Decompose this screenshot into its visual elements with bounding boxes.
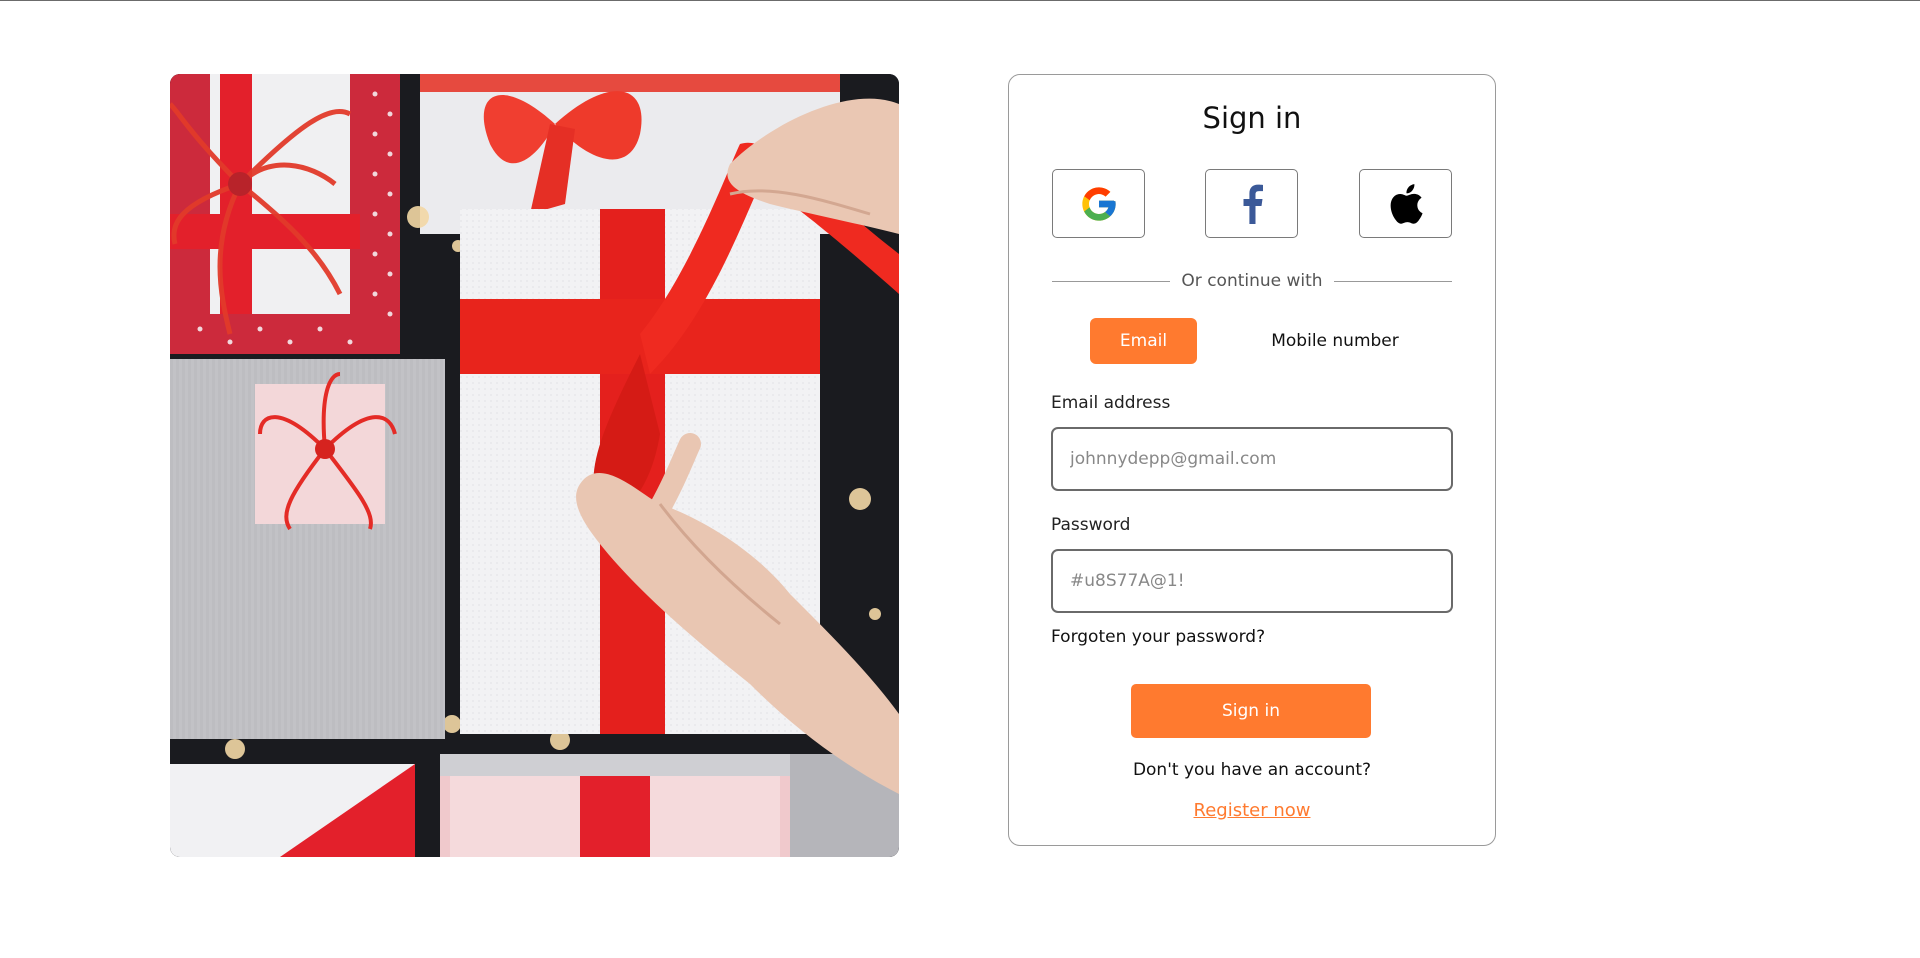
hero-image — [170, 74, 899, 857]
register-link[interactable]: Register now — [1009, 800, 1495, 821]
divider-text: Or continue with — [1181, 271, 1323, 291]
email-field[interactable] — [1051, 427, 1453, 491]
top-border — [0, 0, 1920, 1]
no-account-text: Don't you have an account? — [1132, 760, 1372, 780]
tab-mobile-number[interactable]: Mobile number — [1255, 318, 1415, 364]
tab-email[interactable]: Email — [1090, 318, 1197, 364]
password-label: Password — [1051, 515, 1131, 535]
apple-icon — [1390, 183, 1422, 224]
divider-line-right — [1333, 280, 1453, 282]
google-icon — [1081, 186, 1116, 221]
forgot-password-link[interactable]: Forgoten your password? — [1051, 627, 1265, 647]
divider: Or continue with — [1052, 271, 1453, 291]
facebook-icon — [1243, 184, 1263, 224]
google-signin-button[interactable] — [1052, 169, 1145, 238]
email-label: Email address — [1051, 393, 1171, 413]
facebook-signin-button[interactable] — [1205, 169, 1298, 238]
page-title: Sign in — [1202, 101, 1302, 135]
password-field[interactable] — [1051, 549, 1453, 613]
divider-line-left — [1052, 280, 1171, 282]
signin-card: Sign in Or continue with Email Mobile nu… — [1008, 74, 1496, 846]
sign-in-button[interactable]: Sign in — [1131, 684, 1371, 738]
apple-signin-button[interactable] — [1359, 169, 1452, 238]
